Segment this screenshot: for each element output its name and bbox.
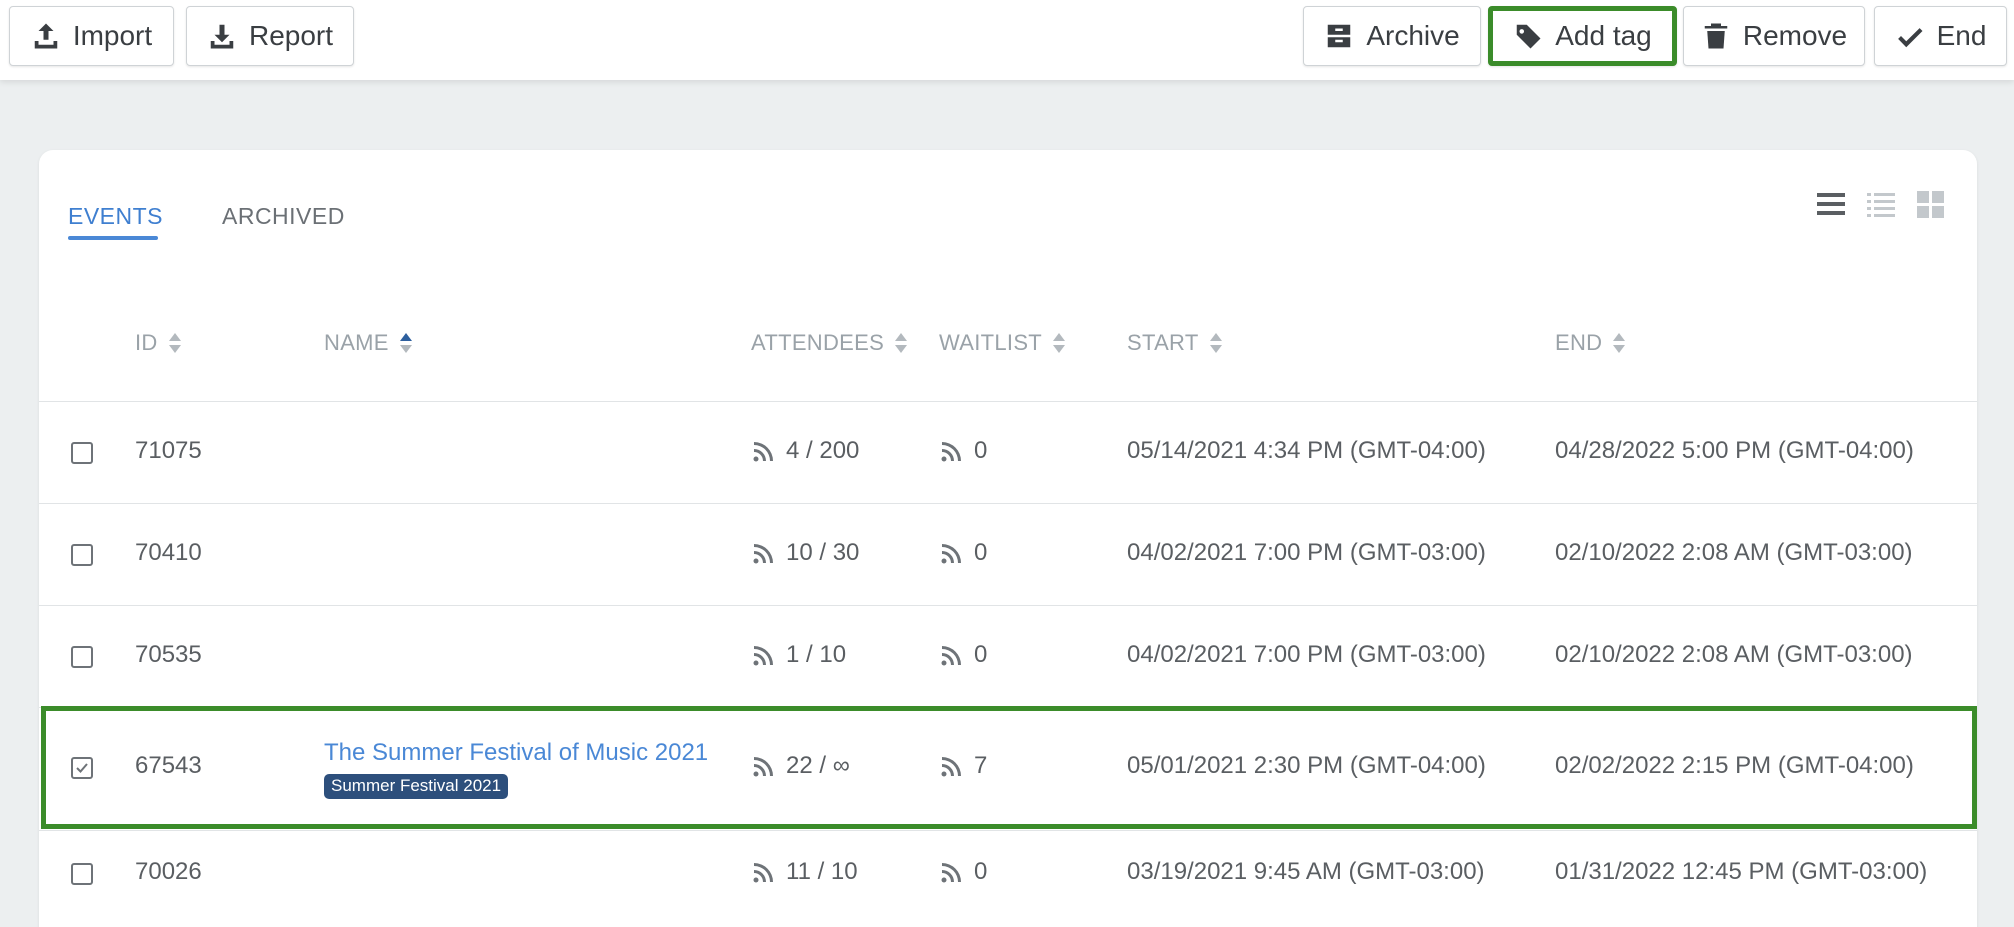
rss-icon: [753, 544, 773, 564]
add-tag-button[interactable]: Add tag: [1488, 6, 1677, 66]
rss-icon: [941, 544, 961, 564]
start-date: 03/19/2021 9:45 AM (GMT-03:00): [1127, 858, 1485, 885]
rss-icon: [941, 863, 961, 883]
event-id: 70410: [135, 539, 202, 566]
end-date: 02/10/2022 2:08 AM (GMT-03:00): [1555, 539, 1913, 566]
event-tag-badge: Summer Festival 2021: [324, 774, 509, 799]
start-date: 05/14/2021 4:34 PM (GMT-04:00): [1127, 437, 1486, 464]
attendees-cell: 11 / 10: [752, 858, 858, 891]
remove-label: Remove: [1742, 20, 1848, 51]
start-date: 05/01/2021 2:30 PM (GMT-04:00): [1127, 752, 1486, 779]
report-label: Report: [248, 20, 334, 51]
event-id: 70535: [135, 641, 202, 668]
start-date: 04/02/2021 7:00 PM (GMT-03:00): [1127, 641, 1486, 668]
end-date: 02/02/2022 2:15 PM (GMT-04:00): [1555, 752, 1914, 779]
table-row-selected[interactable]: 67543 The Summer Festival of Music 2021 …: [39, 708, 1977, 830]
end-date: 04/28/2022 5:00 PM (GMT-04:00): [1555, 437, 1914, 464]
column-header-waitlist[interactable]: WAITLIST: [939, 330, 1066, 356]
import-label: Import: [72, 20, 153, 51]
start-date: 04/02/2021 7:00 PM (GMT-03:00): [1127, 539, 1486, 566]
rss-icon: [753, 442, 773, 462]
tab-archived[interactable]: ARCHIVED: [222, 203, 345, 230]
column-header-attendees[interactable]: ATTENDEES: [751, 330, 908, 356]
waitlist-cell: 7: [940, 752, 987, 785]
sort-icon: [168, 331, 182, 355]
rss-icon: [941, 646, 961, 666]
column-header-id[interactable]: ID: [135, 330, 182, 356]
attendees-cell: 22 / ∞: [752, 752, 850, 785]
waitlist-cell: 0: [940, 539, 987, 572]
sort-icon: [1209, 331, 1223, 355]
list-view-icon[interactable]: [1815, 188, 1847, 220]
event-id: 71075: [135, 437, 202, 464]
detailed-list-view-icon[interactable]: [1865, 188, 1897, 220]
waitlist-cell: 0: [940, 437, 987, 470]
waitlist-cell: 0: [940, 858, 987, 891]
check-icon: [76, 763, 88, 773]
archive-label: Archive: [1366, 20, 1460, 51]
end-date: 02/10/2022 2:08 AM (GMT-03:00): [1555, 641, 1913, 668]
rss-icon: [753, 863, 773, 883]
column-header-start[interactable]: START: [1127, 330, 1223, 356]
view-toggle: [1815, 188, 1947, 220]
event-id: 67543: [135, 752, 202, 779]
rss-icon: [753, 757, 773, 777]
sort-icon: [1052, 331, 1066, 355]
sort-icon: [894, 331, 908, 355]
column-header-end[interactable]: END: [1555, 330, 1626, 356]
row-checkbox[interactable]: [71, 544, 93, 566]
toolbar: Import Report Archive Add tag Remove End: [0, 0, 2014, 80]
column-header-name[interactable]: NAME: [324, 330, 413, 356]
grid-view-icon[interactable]: [1915, 188, 1947, 220]
import-button[interactable]: Import: [9, 6, 174, 66]
row-checkbox[interactable]: [71, 442, 93, 464]
table-row[interactable]: 71075 4 / 200 0 05/14/2021 4:34 PM (GMT-…: [39, 402, 1977, 503]
end-button[interactable]: End: [1874, 6, 2007, 66]
waitlist-cell: 0: [940, 641, 987, 674]
row-checkbox[interactable]: [71, 646, 93, 668]
remove-button[interactable]: Remove: [1683, 6, 1865, 66]
check-icon: [1897, 28, 1923, 48]
table-row[interactable]: 70410 10 / 30 0 04/02/2021 7:00 PM (GMT-…: [39, 504, 1977, 605]
tab-events[interactable]: EVENTS: [68, 203, 163, 230]
sort-icon: [1612, 331, 1626, 355]
add-tag-label: Add tag: [1555, 20, 1652, 51]
report-button[interactable]: Report: [186, 6, 354, 66]
event-name-link[interactable]: The Summer Festival of Music 2021: [324, 739, 708, 767]
events-card: EVENTS ARCHIVED ID NAME ATTENDEES WAITLI…: [39, 150, 1977, 927]
row-checkbox-checked[interactable]: [71, 757, 93, 779]
rss-icon: [753, 646, 773, 666]
archive-button[interactable]: Archive: [1303, 6, 1481, 66]
event-id: 70026: [135, 858, 202, 885]
row-checkbox[interactable]: [71, 863, 93, 885]
attendees-cell: 4 / 200: [752, 437, 859, 470]
download-icon: [210, 24, 234, 49]
active-tab-indicator: [68, 236, 158, 240]
end-date: 01/31/2022 12:45 PM (GMT-03:00): [1555, 858, 1928, 885]
table-row[interactable]: 70026 11 / 10 0 03/19/2021 9:45 AM (GMT-…: [39, 831, 1977, 927]
upload-icon: [34, 23, 58, 49]
attendees-cell: 1 / 10: [752, 641, 846, 674]
sort-ascending-icon: [399, 331, 413, 355]
end-label: End: [1936, 20, 1987, 51]
rss-icon: [941, 757, 961, 777]
rss-icon: [941, 442, 961, 462]
tag-icon: [1515, 24, 1541, 49]
trash-icon: [1704, 23, 1728, 49]
archive-icon: [1328, 24, 1351, 48]
table-row[interactable]: 70535 1 / 10 0 04/02/2021 7:00 PM (GMT-0…: [39, 606, 1977, 707]
attendees-cell: 10 / 30: [752, 539, 859, 572]
